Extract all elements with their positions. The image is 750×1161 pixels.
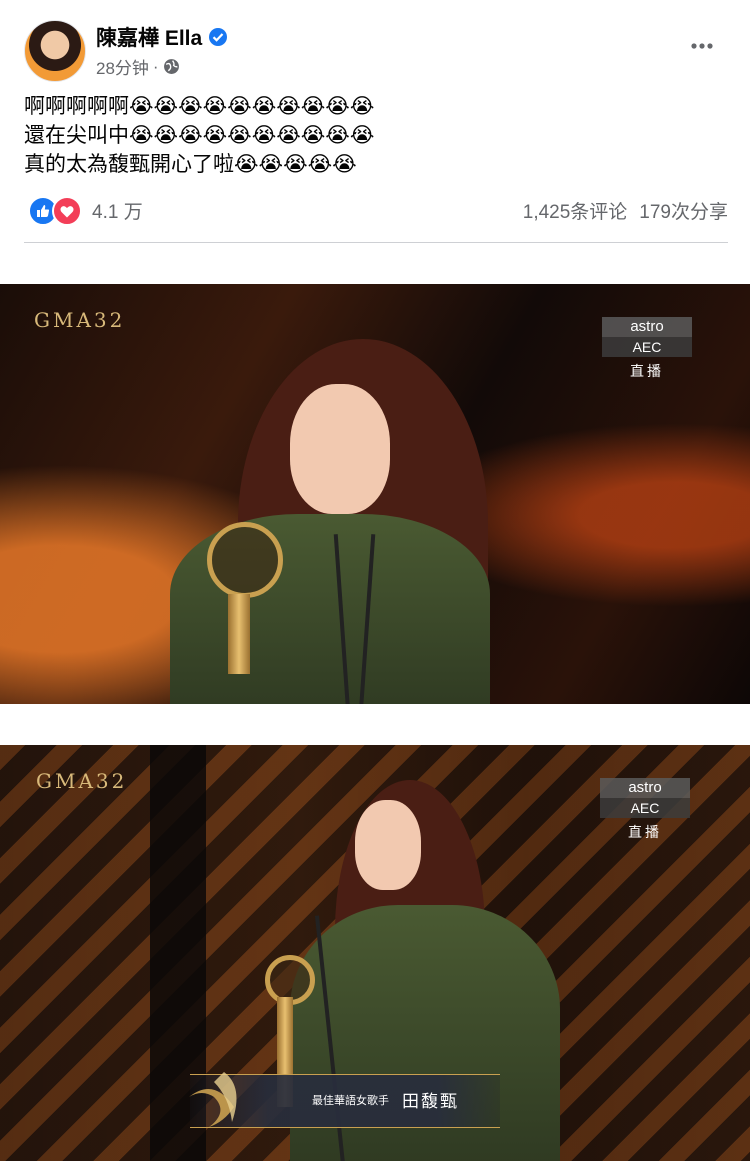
engagement-stats: 1,425条评论 179次分享: [523, 197, 728, 224]
post-meta: 28分钟 ·: [96, 54, 180, 79]
comments-count[interactable]: 1,425条评论: [523, 197, 628, 224]
reaction-count[interactable]: 4.1 万: [92, 197, 143, 224]
post-header: 陳嘉樺 Ella 28分钟 ·: [24, 16, 728, 82]
post-photo-1[interactable]: GMA32 astro AEC 直播: [0, 284, 750, 704]
globe-icon[interactable]: [163, 58, 180, 75]
post-line-1: 啊啊啊啊啊😭😭😭😭😭😭😭😭😭😭: [24, 95, 375, 118]
post-time[interactable]: 28分钟: [96, 54, 149, 79]
post-line-3: 真的太為馥甄開心了啦😭😭😭😭😭: [24, 153, 357, 176]
meta-separator: ·: [152, 56, 159, 76]
author-row: 陳嘉樺 Ella: [96, 22, 228, 52]
reactions-bar: 4.1 万 1,425条评论 179次分享: [24, 193, 728, 227]
love-reaction-icon: [52, 196, 82, 226]
more-options-button[interactable]: [686, 30, 718, 62]
astro-badge: astro AEC 直播: [602, 317, 692, 381]
divider: [24, 242, 728, 243]
crying-emoji-run: 😭😭😭😭😭😭😭😭😭😭: [129, 95, 375, 118]
verified-icon: [209, 28, 228, 46]
astro-badge: astro AEC 直播: [600, 778, 690, 842]
post-text: 啊啊啊啊啊😭😭😭😭😭😭😭😭😭😭 還在尖叫中😭😭😭😭😭😭😭😭😭😭 真的太為馥甄開心…: [24, 92, 374, 179]
reaction-icons[interactable]: [24, 196, 82, 226]
more-dots-icon: [691, 43, 713, 49]
gma-logo: GMA32: [34, 308, 126, 332]
gold-ribbon-icon: [189, 1072, 237, 1127]
shares-count[interactable]: 179次分享: [639, 197, 728, 224]
winner-name: 田馥甄: [402, 1092, 459, 1111]
avatar[interactable]: [24, 20, 86, 82]
crying-emoji-run: 😭😭😭😭😭: [234, 153, 357, 176]
post-line-2: 還在尖叫中😭😭😭😭😭😭😭😭😭😭: [24, 124, 375, 147]
author-name[interactable]: 陳嘉樺 Ella: [96, 22, 202, 52]
award-caption: 最佳華語女歌手 田馥甄: [189, 1072, 500, 1128]
gma-logo: GMA32: [36, 769, 128, 793]
award-title: 最佳華語女歌手: [312, 1095, 389, 1107]
crying-emoji-run: 😭😭😭😭😭😭😭😭😭😭: [129, 124, 375, 147]
